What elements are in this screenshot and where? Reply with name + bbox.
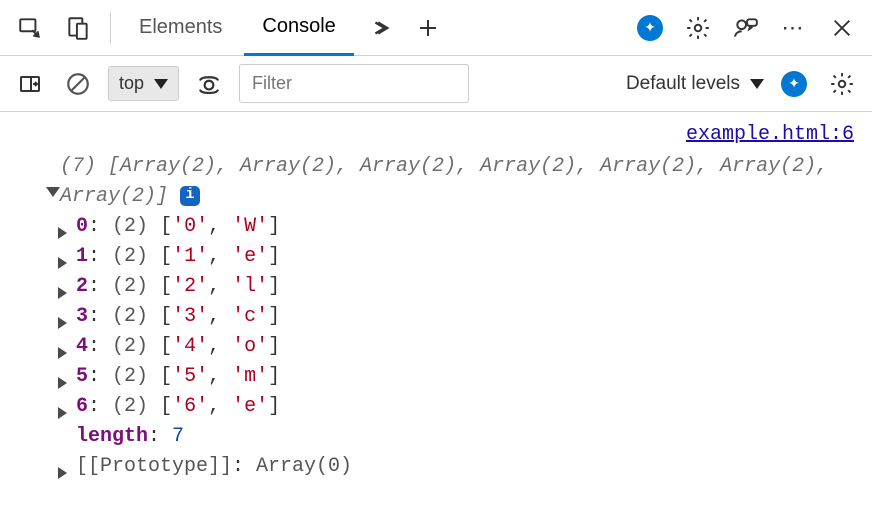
expand-toggle-icon[interactable] (46, 178, 60, 208)
array-entry-row[interactable]: 5: (2) ['5', 'm'] (18, 362, 854, 392)
array-entry-row[interactable]: 3: (2) ['3', 'c'] (18, 302, 854, 332)
entry-index: 0 (76, 215, 88, 238)
entry-value-a: '1' (172, 245, 208, 268)
entry-value-a: '3' (172, 305, 208, 328)
entry-value-b: 'W' (232, 215, 268, 238)
entry-index: 3 (76, 305, 88, 328)
entry-length: (2) (112, 335, 148, 358)
console-filterbar: top Default levels ✦ (0, 56, 872, 112)
gear-icon[interactable] (676, 6, 720, 50)
entry-value-b: 'm' (232, 365, 268, 388)
entry-value-a: '5' (172, 365, 208, 388)
entry-value-b: 'o' (232, 335, 268, 358)
close-icon[interactable] (820, 6, 864, 50)
entry-value-b: 'c' (232, 305, 268, 328)
entry-index: 1 (76, 245, 88, 268)
expand-icon[interactable] (58, 460, 67, 490)
live-expression-icon[interactable] (191, 66, 227, 102)
context-selector[interactable]: top (108, 66, 179, 101)
length-value: 7 (172, 425, 184, 448)
array-entry-row[interactable]: 0: (2) ['0', 'W'] (18, 212, 854, 242)
entry-length: (2) (112, 365, 148, 388)
copilot-chat-icon[interactable]: ✦ (628, 6, 672, 50)
entry-length: (2) (112, 215, 148, 238)
levels-label: Default levels (626, 73, 740, 95)
tab-console[interactable]: Console (244, 0, 353, 56)
entry-length: (2) (112, 275, 148, 298)
array-entry-row[interactable]: 6: (2) ['6', 'e'] (18, 392, 854, 422)
array-entry-row[interactable]: 2: (2) ['2', 'l'] (18, 272, 854, 302)
prototype-value: Array(0) (256, 455, 352, 478)
more-tabs-icon[interactable] (358, 6, 402, 50)
clear-console-icon[interactable] (60, 66, 96, 102)
filter-input[interactable] (239, 64, 469, 103)
new-tab-icon[interactable] (406, 6, 450, 50)
array-summary[interactable]: (7) [Array(2), Array(2), Array(2), Array… (18, 152, 854, 212)
info-badge-icon[interactable]: i (180, 186, 200, 206)
more-menu-icon[interactable]: ⋯ (772, 6, 816, 50)
sidebar-toggle-icon[interactable] (12, 66, 48, 102)
summary-text: (7) [Array(2), Array(2), Array(2), Array… (60, 155, 828, 208)
prototype-row[interactable]: [[Prototype]]: Array(0) (18, 452, 854, 482)
entry-value-b: 'e' (232, 245, 268, 268)
source-link[interactable]: example.html:6 (18, 116, 854, 152)
entry-index: 4 (76, 335, 88, 358)
chevron-down-icon (154, 79, 168, 89)
entry-value-a: '0' (172, 215, 208, 238)
array-entry-row[interactable]: 1: (2) ['1', 'e'] (18, 242, 854, 272)
entry-length: (2) (112, 395, 148, 418)
entry-index: 2 (76, 275, 88, 298)
entry-index: 6 (76, 395, 88, 418)
entry-length: (2) (112, 305, 148, 328)
entry-length: (2) (112, 245, 148, 268)
array-length-row: length: 7 (18, 422, 854, 452)
device-toggle-icon[interactable] (56, 6, 100, 50)
entry-value-b: 'l' (232, 275, 268, 298)
array-entry-row[interactable]: 4: (2) ['4', 'o'] (18, 332, 854, 362)
context-label: top (119, 73, 144, 94)
prototype-key: [[Prototype]] (76, 455, 232, 478)
feedback-icon[interactable] (724, 6, 768, 50)
entry-value-a: '4' (172, 335, 208, 358)
log-levels-selector[interactable]: Default levels (626, 73, 764, 95)
copilot-chat-icon[interactable]: ✦ (776, 66, 812, 102)
tab-elements[interactable]: Elements (121, 0, 240, 56)
entry-value-b: 'e' (232, 395, 268, 418)
console-settings-gear-icon[interactable] (824, 66, 860, 102)
length-key: length (76, 425, 148, 448)
devtools-toolbar: Elements Console ✦ ⋯ (0, 0, 872, 56)
console-output: example.html:6 (7) [Array(2), Array(2), … (0, 112, 872, 490)
entry-value-a: '6' (172, 395, 208, 418)
inspect-icon[interactable] (8, 6, 52, 50)
entry-index: 5 (76, 365, 88, 388)
chevron-down-icon (750, 79, 764, 89)
divider (110, 12, 111, 44)
entry-value-a: '2' (172, 275, 208, 298)
